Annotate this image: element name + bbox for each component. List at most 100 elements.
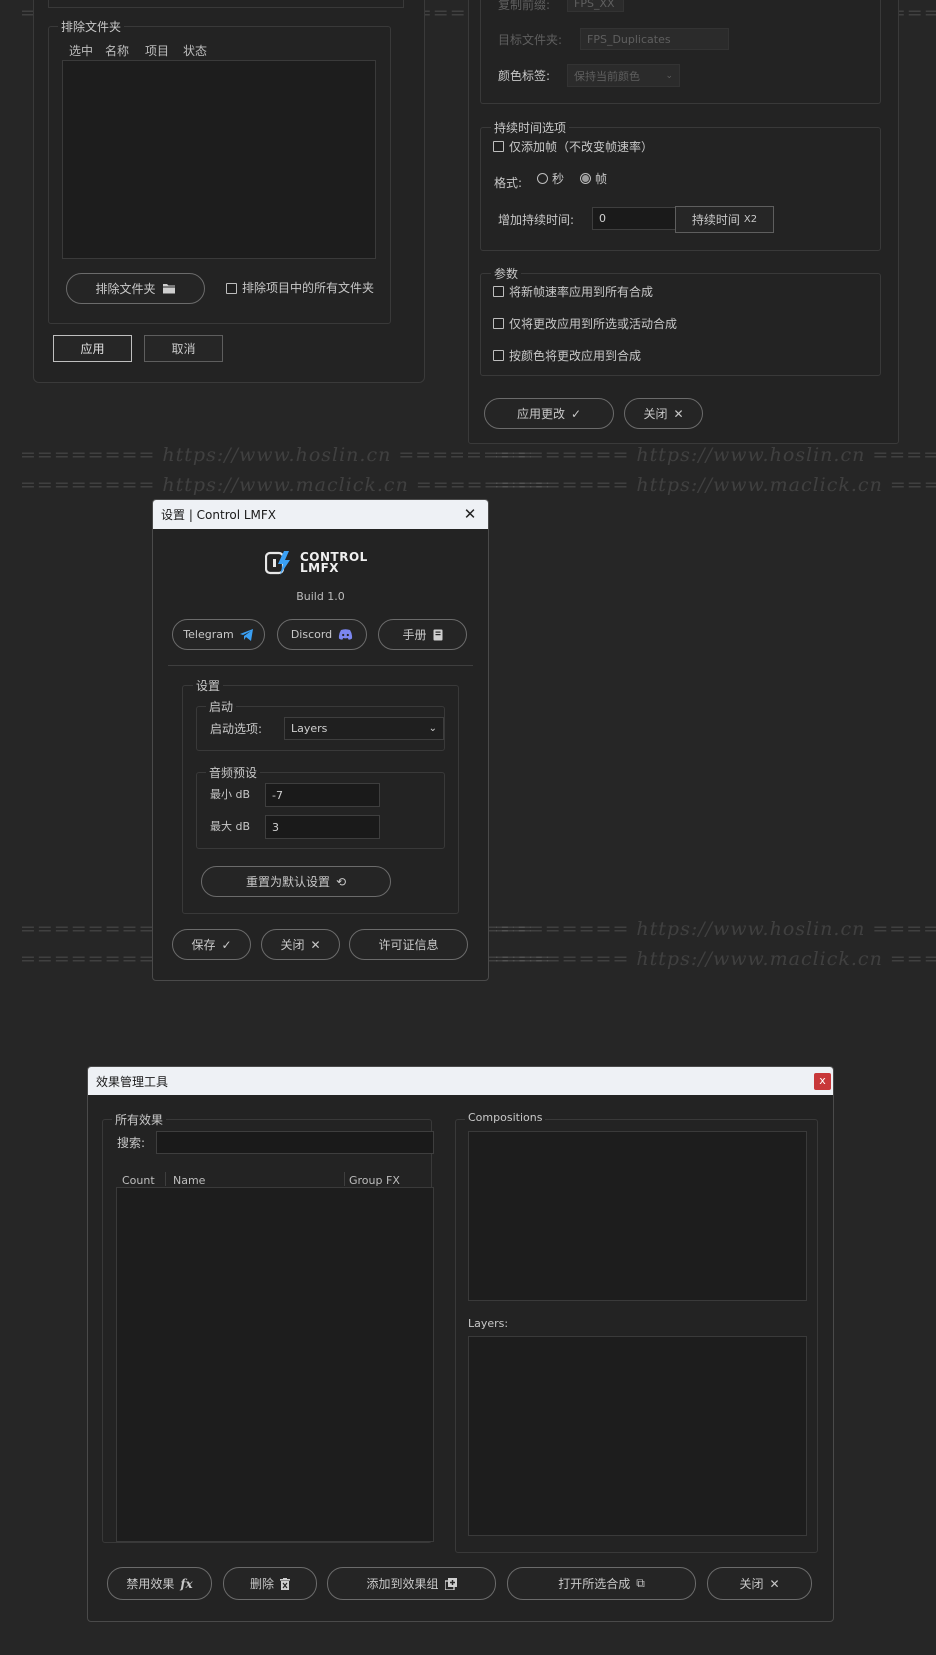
format-seconds-radio[interactable] <box>537 173 548 184</box>
format-frames-radio[interactable] <box>580 173 591 184</box>
max-db-input[interactable]: 3 <box>265 815 380 839</box>
apply-button[interactable]: 应用 <box>53 335 132 362</box>
close-button[interactable]: 关闭 ✕ <box>707 1567 812 1600</box>
watermark-maclick: ======== https://www.maclick.cn ======== <box>494 474 936 496</box>
params-group-title: 参数 <box>491 265 522 282</box>
folder-icon <box>162 284 175 294</box>
column-header-status: 状态 <box>183 44 208 58</box>
upper-group-frame <box>48 0 404 8</box>
telegram-icon <box>239 628 253 641</box>
column-divider <box>344 1172 345 1186</box>
search-input[interactable] <box>156 1131 434 1154</box>
exclude-folder-button[interactable]: 排除文件夹 <box>66 273 205 304</box>
book-icon <box>433 629 442 640</box>
target-folder-input[interactable]: FPS_Duplicates <box>580 28 729 50</box>
compositions-label: Compositions <box>465 1111 546 1124</box>
fps-settings-panel: 排除文件夹 选中 名称 项目 状态 排除文件夹 排除项目中的所有文件夹 应用 取… <box>33 0 425 383</box>
exclude-all-checkbox[interactable] <box>226 283 237 294</box>
color-select[interactable]: 保持当前颜色 ⌄ <box>567 64 680 87</box>
checkmark-icon: ✓ <box>570 406 582 421</box>
settings-title-bar: 设置 | Control LMFX <box>153 500 488 529</box>
trash-icon <box>280 1577 290 1590</box>
audio-group-title: 音频预设 <box>206 764 261 781</box>
layers-label: Layers: <box>468 1317 509 1330</box>
control-lmfx-logo: CONTROL LMFX <box>265 549 375 577</box>
param-all-comps-checkbox[interactable] <box>493 286 504 297</box>
compositions-list[interactable] <box>468 1131 807 1301</box>
startup-option-label: 启动选项: <box>210 722 263 736</box>
add-to-effect-group-button[interactable]: 添加到效果组 <box>327 1567 496 1600</box>
param-selected-comps-checkbox[interactable] <box>493 318 504 329</box>
external-link-icon: ⧉ <box>636 1576 645 1590</box>
divider <box>168 665 473 666</box>
param-all-comps-label: 将新帧速率应用到所有合成 <box>509 285 654 299</box>
param-by-color-checkbox[interactable] <box>493 350 504 361</box>
column-header-count: Count <box>122 1174 155 1187</box>
checkmark-icon: ✓ <box>221 937 232 952</box>
column-header-name: 名称 <box>105 44 130 58</box>
disable-effects-button[interactable]: 禁用效果 fx <box>107 1567 212 1600</box>
effects-title-bar: 效果管理工具 <box>88 1067 833 1095</box>
column-header-selected: 选中 <box>69 44 94 58</box>
reset-defaults-button[interactable]: 重置为默认设置 ⟲ <box>201 866 391 897</box>
chevron-down-icon: ⌄ <box>665 70 673 81</box>
column-header-project: 项目 <box>145 44 170 58</box>
settings-dialog: 设置 | Control LMFX ✕ CONTROL LMFX Build 1… <box>152 499 489 981</box>
settings-group-title: 设置 <box>193 677 224 694</box>
add-layers-icon <box>444 1577 457 1590</box>
close-icon[interactable]: ✕ <box>462 506 478 522</box>
column-header-group-fx: Group FX <box>349 1174 400 1187</box>
fx-icon: fx <box>180 1576 193 1591</box>
exclude-folders-group: 排除文件夹 选中 名称 项目 状态 排除文件夹 排除项目中的所有文件夹 <box>48 18 391 324</box>
param-selected-comps-label: 仅将更改应用到所选或活动合成 <box>509 317 678 331</box>
settings-group: 设置 启动 启动选项: Layers ⌄ 音频预设 最小 dB -7 最大 dB… <box>182 677 459 914</box>
manual-button[interactable]: 手册 <box>378 619 467 650</box>
exclude-folder-list[interactable] <box>62 60 376 259</box>
close-button[interactable]: 关闭 ✕ <box>261 929 340 960</box>
all-effects-group: 所有效果 搜索: Count Name Group FX <box>102 1111 434 1543</box>
cancel-button[interactable]: 取消 <box>144 335 223 362</box>
format-seconds-label: 秒 <box>552 172 565 186</box>
delete-button[interactable]: 删除 <box>223 1567 317 1600</box>
telegram-button[interactable]: Telegram <box>172 619 265 650</box>
target-folder-label: 目标文件夹: <box>498 33 563 47</box>
license-info-button[interactable]: 许可证信息 <box>349 929 468 960</box>
chevron-down-icon: ⌄ <box>428 723 437 734</box>
layers-list[interactable] <box>468 1336 807 1536</box>
discord-button[interactable]: Discord <box>277 619 367 650</box>
close-icon[interactable]: x <box>814 1073 831 1090</box>
save-button[interactable]: 保存 ✓ <box>172 929 251 960</box>
watermark-hoslin: ======== https://www.hoslin.cn ======== <box>20 444 534 466</box>
all-effects-title: 所有效果 <box>112 1111 167 1128</box>
min-db-input[interactable]: -7 <box>265 783 380 807</box>
color-label: 颜色标签: <box>498 69 551 83</box>
duration-group-title: 持续时间选项 <box>491 119 570 136</box>
duration-options-group: 持续时间选项 仅添加帧（不改变帧速率） 格式: 秒 帧 增加持续时间: 0 持续… <box>480 119 881 251</box>
prefix-label: 复制前缀: <box>498 0 551 12</box>
watermark-maclick: ======== https://www.maclick.cn ======== <box>20 474 552 496</box>
watermark-hoslin: ======== https://www.hoslin.cn ======== <box>494 918 936 940</box>
discord-icon <box>339 629 353 640</box>
column-header-name: Name <box>173 1174 206 1187</box>
parameters-group: 参数 将新帧速率应用到所有合成 仅将更改应用到所选或活动合成 按颜色将更改应用到… <box>480 265 881 376</box>
format-frames-label: 帧 <box>595 172 608 186</box>
watermark-maclick: ======== https://www.maclick.cn ======== <box>494 948 936 970</box>
max-db-label: 最大 dB <box>210 820 251 833</box>
reset-icon: ⟲ <box>335 874 347 889</box>
prefix-input[interactable]: FPS_XX <box>567 0 624 12</box>
close-button[interactable]: 关闭 ✕ <box>624 398 703 429</box>
format-label: 格式: <box>494 176 523 190</box>
open-selected-comp-button[interactable]: 打开所选合成 ⧉ <box>507 1567 696 1600</box>
param-by-color-label: 按颜色将更改应用到合成 <box>509 349 642 363</box>
exclude-group-title: 排除文件夹 <box>58 18 125 35</box>
apply-changes-button[interactable]: 应用更改 ✓ <box>484 398 614 429</box>
watermark-hoslin: ======== https://www.hoslin.cn ======== <box>494 444 936 466</box>
effects-list[interactable] <box>116 1187 434 1542</box>
close-icon: ✕ <box>769 1576 780 1591</box>
add-frames-only-checkbox[interactable] <box>493 141 504 152</box>
duplicate-options-panel: 复制前缀: FPS_XX 目标文件夹: FPS_Duplicates 颜色标签:… <box>468 0 899 444</box>
startup-option-select[interactable]: Layers ⌄ <box>284 717 444 740</box>
settings-title: 设置 | Control LMFX <box>161 508 277 522</box>
startup-group-title: 启动 <box>206 698 237 715</box>
duration-x2-button[interactable]: 持续时间 X2 <box>675 206 774 233</box>
